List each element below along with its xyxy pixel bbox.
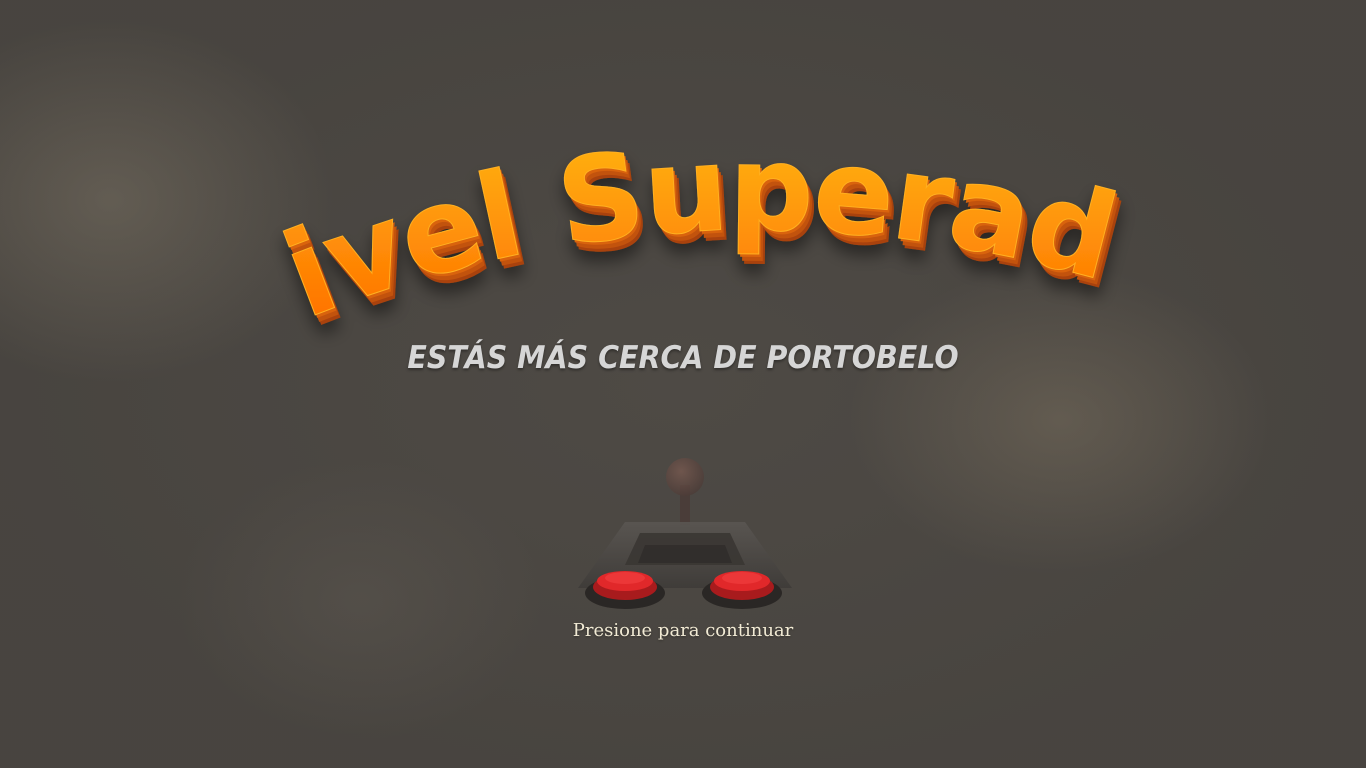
continue-prompt[interactable]: Presione para continuar [0,620,1366,641]
svg-text:¡Nivel Superado!: ¡Nivel Superado! [182,40,1129,345]
title-text: ¡Nivel Superado! [181,40,1131,346]
arcade-joystick-icon[interactable] [570,455,800,615]
subtitle: ESTÁS MÁS CERCA DE PORTOBELO [407,340,959,376]
